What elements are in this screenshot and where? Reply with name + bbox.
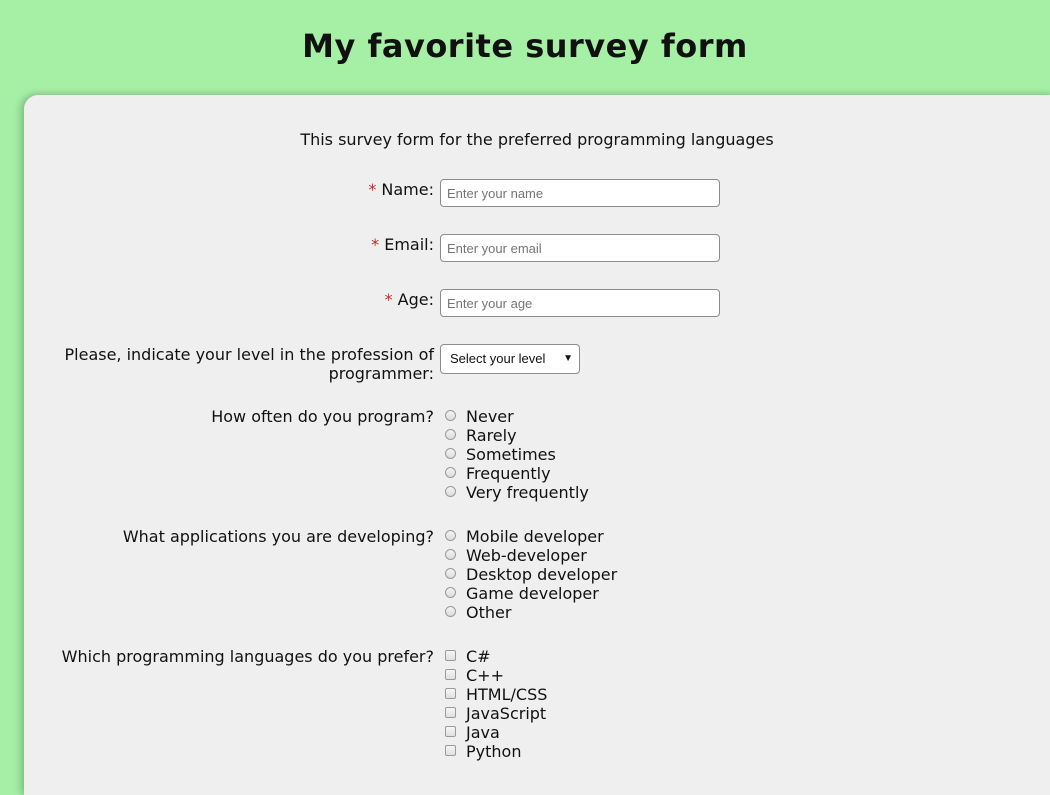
level-label-line1: Please, indicate your level in the profe… (64, 345, 435, 364)
radio-button[interactable] (445, 587, 456, 598)
level-select-value: Select your level (450, 351, 546, 366)
caret-down-icon: ▼ (563, 353, 573, 364)
applications-option[interactable]: Desktop developer (444, 565, 617, 584)
checkbox[interactable] (445, 669, 456, 680)
radio-button[interactable] (445, 606, 456, 617)
option-label: Mobile developer (466, 527, 604, 546)
radio-button[interactable] (445, 467, 456, 478)
applications-option[interactable]: Game developer (444, 584, 617, 603)
option-label: C++ (466, 666, 504, 685)
form-description: This survey form for the preferred progr… (300, 130, 774, 149)
option-label: JavaScript (466, 704, 547, 723)
checkbox[interactable] (445, 726, 456, 737)
radio-button[interactable] (445, 486, 456, 497)
email-label-text: Email: (384, 235, 434, 254)
frequency-option[interactable]: Never (444, 407, 589, 426)
option-label: C# (466, 647, 491, 666)
language-option[interactable]: C# (444, 647, 547, 666)
checkbox[interactable] (445, 707, 456, 718)
frequency-option[interactable]: Sometimes (444, 445, 589, 464)
radio-button[interactable] (445, 429, 456, 440)
language-option[interactable]: Java (444, 723, 547, 742)
language-option[interactable]: Python (444, 742, 547, 761)
level-label-line2: programmer: (328, 364, 434, 383)
applications-option[interactable]: Mobile developer (444, 527, 617, 546)
option-label: Web-developer (466, 546, 587, 565)
required-mark: * (368, 180, 377, 199)
applications-option[interactable]: Other (444, 603, 617, 622)
page-title: My favorite survey form (302, 27, 748, 65)
name-label-text: Name: (381, 180, 434, 199)
frequency-option[interactable]: Frequently (444, 464, 589, 483)
level-select[interactable]: Select your level ▼ (440, 344, 580, 374)
radio-button[interactable] (445, 410, 456, 421)
applications-option[interactable]: Web-developer (444, 546, 617, 565)
option-label: Python (466, 742, 522, 761)
email-input[interactable] (440, 234, 720, 262)
required-mark: * (384, 290, 393, 309)
frequency-label: How often do you program? (211, 407, 434, 426)
option-label: HTML/CSS (466, 685, 548, 704)
frequency-options: Never Rarely Sometimes Frequently Very f… (444, 407, 589, 502)
option-label: Desktop developer (466, 565, 618, 584)
survey-card: This survey form for the preferred progr… (24, 95, 1050, 795)
radio-button[interactable] (445, 448, 456, 459)
option-label: Frequently (466, 464, 551, 483)
language-option[interactable]: C++ (444, 666, 547, 685)
survey-form: This survey form for the preferred progr… (24, 95, 1050, 795)
checkbox[interactable] (445, 745, 456, 756)
languages-label: Which programming languages do you prefe… (61, 647, 434, 666)
option-label: Rarely (466, 426, 517, 445)
checkbox[interactable] (445, 650, 456, 661)
age-label-text: Age: (397, 290, 434, 309)
option-label: Other (466, 603, 512, 622)
option-label: Sometimes (466, 445, 556, 464)
option-label: Game developer (466, 584, 599, 603)
age-input[interactable] (440, 289, 720, 317)
frequency-option[interactable]: Very frequently (444, 483, 589, 502)
applications-label: What applications you are developing? (122, 527, 434, 546)
radio-button[interactable] (445, 530, 456, 541)
languages-options: C# C++ HTML/CSS JavaScript Java Python (444, 647, 547, 761)
language-option[interactable]: HTML/CSS (444, 685, 547, 704)
checkbox[interactable] (445, 688, 456, 699)
name-label: * Name: (368, 180, 434, 199)
radio-button[interactable] (445, 568, 456, 579)
age-label: * Age: (385, 290, 434, 309)
language-option[interactable]: JavaScript (444, 704, 547, 723)
option-label: Very frequently (466, 483, 589, 502)
required-mark: * (371, 235, 380, 254)
option-label: Java (466, 723, 500, 742)
email-label: * Email: (371, 235, 434, 254)
radio-button[interactable] (445, 549, 456, 560)
applications-options: Mobile developer Web-developer Desktop d… (444, 527, 617, 622)
level-label: Please, indicate your level in the profe… (65, 345, 435, 383)
frequency-option[interactable]: Rarely (444, 426, 589, 445)
option-label: Never (466, 407, 514, 426)
name-input[interactable] (440, 179, 720, 207)
